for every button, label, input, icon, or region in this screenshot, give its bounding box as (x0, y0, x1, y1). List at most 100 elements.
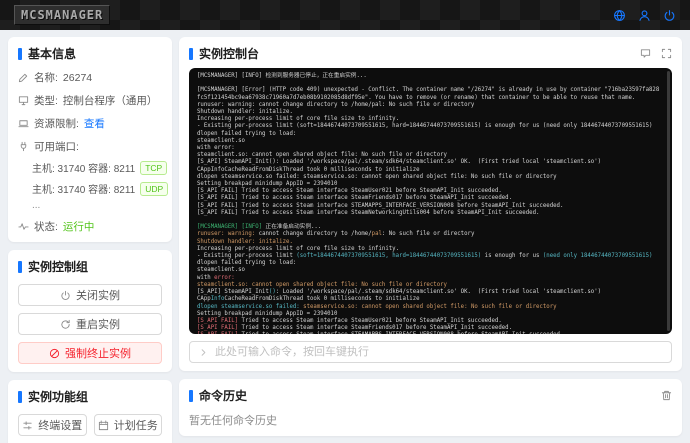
console-line: with error: (197, 145, 235, 152)
console-line: [S_API FAIL] Tried to access Steam inter… (197, 188, 502, 195)
control-buttons: 关闭实例重启实例强制终止实例 (18, 284, 162, 364)
console-line: with error: (197, 274, 235, 281)
restart-instance-button[interactable]: 重启实例 (18, 313, 162, 335)
terminal-scrollbar[interactable] (667, 71, 670, 331)
calendar-icon (98, 419, 109, 431)
port-text: 主机: 31740 容器: 8211 (32, 164, 136, 175)
info-row: 名称: 26274 (18, 70, 162, 85)
right-column: 实例控制台 [MCSMANAGER] [INFO] 检测到服务器已停止，正在重启… (179, 37, 682, 436)
pen-icon (18, 72, 29, 83)
console-line: dlopen steamservice.so failed: steamserv… (197, 303, 557, 310)
button-label: 关闭实例 (76, 290, 120, 302)
button-label: 计划任务 (113, 420, 158, 432)
console-line: steamclient.so (197, 267, 245, 274)
power-icon[interactable] (663, 9, 676, 22)
protocol-badge: UDP (140, 181, 169, 196)
command-history-title: 命令历史 (189, 387, 247, 404)
title-accent-bar (189, 389, 193, 402)
console-line: Setting breakpad minidump AppID = 239401… (197, 310, 338, 317)
activity-icon (18, 221, 29, 232)
app-logo: MCSMANAGER (14, 5, 111, 25)
command-input-wrapper[interactable] (189, 341, 672, 363)
laptop-icon (18, 118, 29, 129)
console-line: runuser: warning: cannot change director… (197, 101, 475, 108)
protocol-badge: TCP (140, 160, 168, 175)
console-line: [S_API FAIL] Tried to access Steam inter… (197, 195, 513, 202)
console-line: dlopen failed trying to load: (197, 130, 297, 137)
comment-icon[interactable] (640, 48, 651, 59)
console-line: [S_API FAIL] Tried to access Steam inter… (197, 202, 564, 209)
console-line: - Existing per-process limit (soft=18446… (197, 123, 653, 130)
info-label: 类型: (34, 95, 58, 107)
left-column: 基本信息 名称: 26274 类型: 控制台程序（通用） 资源限制: 查看 可用端口: 主机:… (8, 37, 172, 443)
command-input[interactable] (215, 346, 663, 358)
plug-icon (18, 141, 29, 152)
console-title-text: 实例控制台 (199, 47, 260, 61)
trash-icon[interactable] (661, 390, 672, 401)
info-row: 资源限制: 查看 (18, 116, 162, 131)
kill-instance-button[interactable]: 强制终止实例 (18, 342, 162, 364)
console-line: steamclient.so: cannot open shared objec… (197, 281, 447, 288)
control-group-card: 实例控制组 关闭实例重启实例强制终止实例 (8, 250, 172, 372)
function-group-title-text: 实例功能组 (28, 390, 89, 404)
title-accent-bar (18, 390, 22, 403)
info-row: 状态: 运行中 (18, 219, 162, 234)
info-row: 类型: 控制台程序（通用） (18, 93, 162, 108)
basic-info-rows: 名称: 26274 类型: 控制台程序（通用） 资源限制: 查看 可用端口: 主机: 3174… (18, 70, 169, 234)
console-line: CAppInfoCacheReadFromDiskThread took 0 m… (197, 296, 420, 303)
stop-instance-button[interactable]: 关闭实例 (18, 284, 162, 306)
port-row: 主机: 31740 容器: 8211 TCP (32, 160, 168, 175)
console-line: Shutdown handler: initalize. (197, 109, 293, 116)
basic-info-card: 基本信息 名称: 26274 类型: 控制台程序（通用） 资源限制: 查看 可用端口: 主机:… (8, 37, 172, 242)
info-label: 资源限制: (34, 118, 79, 130)
app-header: MCSMANAGER (0, 0, 690, 30)
console-line: [S_API FAIL] Tried to access Steam inter… (197, 317, 502, 324)
title-accent-bar (189, 47, 193, 60)
chevron-right-icon (198, 347, 209, 358)
command-history-header: 命令历史 (189, 387, 672, 404)
title-accent-bar (18, 260, 22, 273)
console-line: [MCSMANAGER] [INFO] 检测到服务器已停止，正在重启实例... (197, 73, 367, 79)
monitor-icon (18, 95, 29, 106)
title-accent-bar (18, 47, 22, 60)
console-line: [S_API] SteamAPI_Init(): Loaded '/worksp… (197, 159, 602, 166)
console-line: [MCSMANAGER] [INFO] 正在准备启动实例... (197, 224, 322, 231)
expand-icon[interactable] (661, 48, 672, 59)
sliders-icon (22, 420, 33, 431)
console-header-icons (640, 48, 672, 59)
console-line: Increasing per-process limit of core fil… (197, 245, 400, 252)
function-button[interactable]: 终端设置 (18, 414, 87, 436)
console-line: - Existing per-process limit (soft=18446… (197, 253, 653, 260)
console-line: dlopen failed trying to load: (197, 260, 297, 267)
console-line: steamclient.so (197, 137, 245, 144)
info-label: 可用端口: (34, 141, 79, 153)
info-row: 可用端口: (18, 139, 162, 154)
function-button[interactable]: 计划任务 (93, 414, 162, 436)
console-line: [S_API] SteamAPI_Init(): Loaded '/worksp… (197, 289, 602, 296)
console-line: dlopen steamservice.so failed: steamserv… (197, 173, 557, 180)
console-line: Setting breakpad minidump AppID = 239401… (197, 181, 338, 188)
command-history-title-text: 命令历史 (199, 389, 248, 403)
globe-icon[interactable] (613, 9, 626, 22)
console-line: [MCSMANAGER] [Error] (HTTP code 409) une… (197, 87, 660, 101)
console-line: [S_API FAIL] Tried to access Steam inter… (197, 332, 662, 334)
info-label: 名称: (34, 72, 58, 84)
command-history-card: 命令历史 暂无任何命令历史 (179, 379, 682, 436)
command-history-icons (661, 390, 672, 401)
power-icon (60, 290, 71, 301)
port-row: 主机: 31740 容器: 8211 UDP (32, 181, 169, 196)
user-icon[interactable] (638, 9, 651, 22)
console-line: [S_API FAIL] Tried to access Steam inter… (197, 209, 540, 216)
console-terminal[interactable]: [MCSMANAGER] [INFO] 检测到服务器已停止，正在重启实例... … (189, 68, 672, 334)
basic-info-title-text: 基本信息 (28, 47, 77, 61)
console-line: CAppInfoCacheReadFromDiskThread took 0 m… (197, 166, 420, 173)
view-limits-link[interactable]: 查看 (84, 116, 105, 131)
control-group-title: 实例控制组 (18, 258, 162, 275)
info-value: 26274 (62, 71, 93, 84)
console-line: Shutdown handler: initalize. (197, 238, 293, 245)
function-buttons: 终端设置计划任务状态查询事件任务文件管理 (18, 414, 162, 443)
console-line: [S_API FAIL] Tried to access Steam inter… (197, 325, 513, 332)
info-value: 控制台程序（通用） (62, 95, 158, 107)
command-history-empty: 暂无任何命令历史 (189, 415, 277, 427)
main-layout: 基本信息 名称: 26274 类型: 控制台程序（通用） 资源限制: 查看 可用端口: 主机:… (0, 30, 690, 443)
